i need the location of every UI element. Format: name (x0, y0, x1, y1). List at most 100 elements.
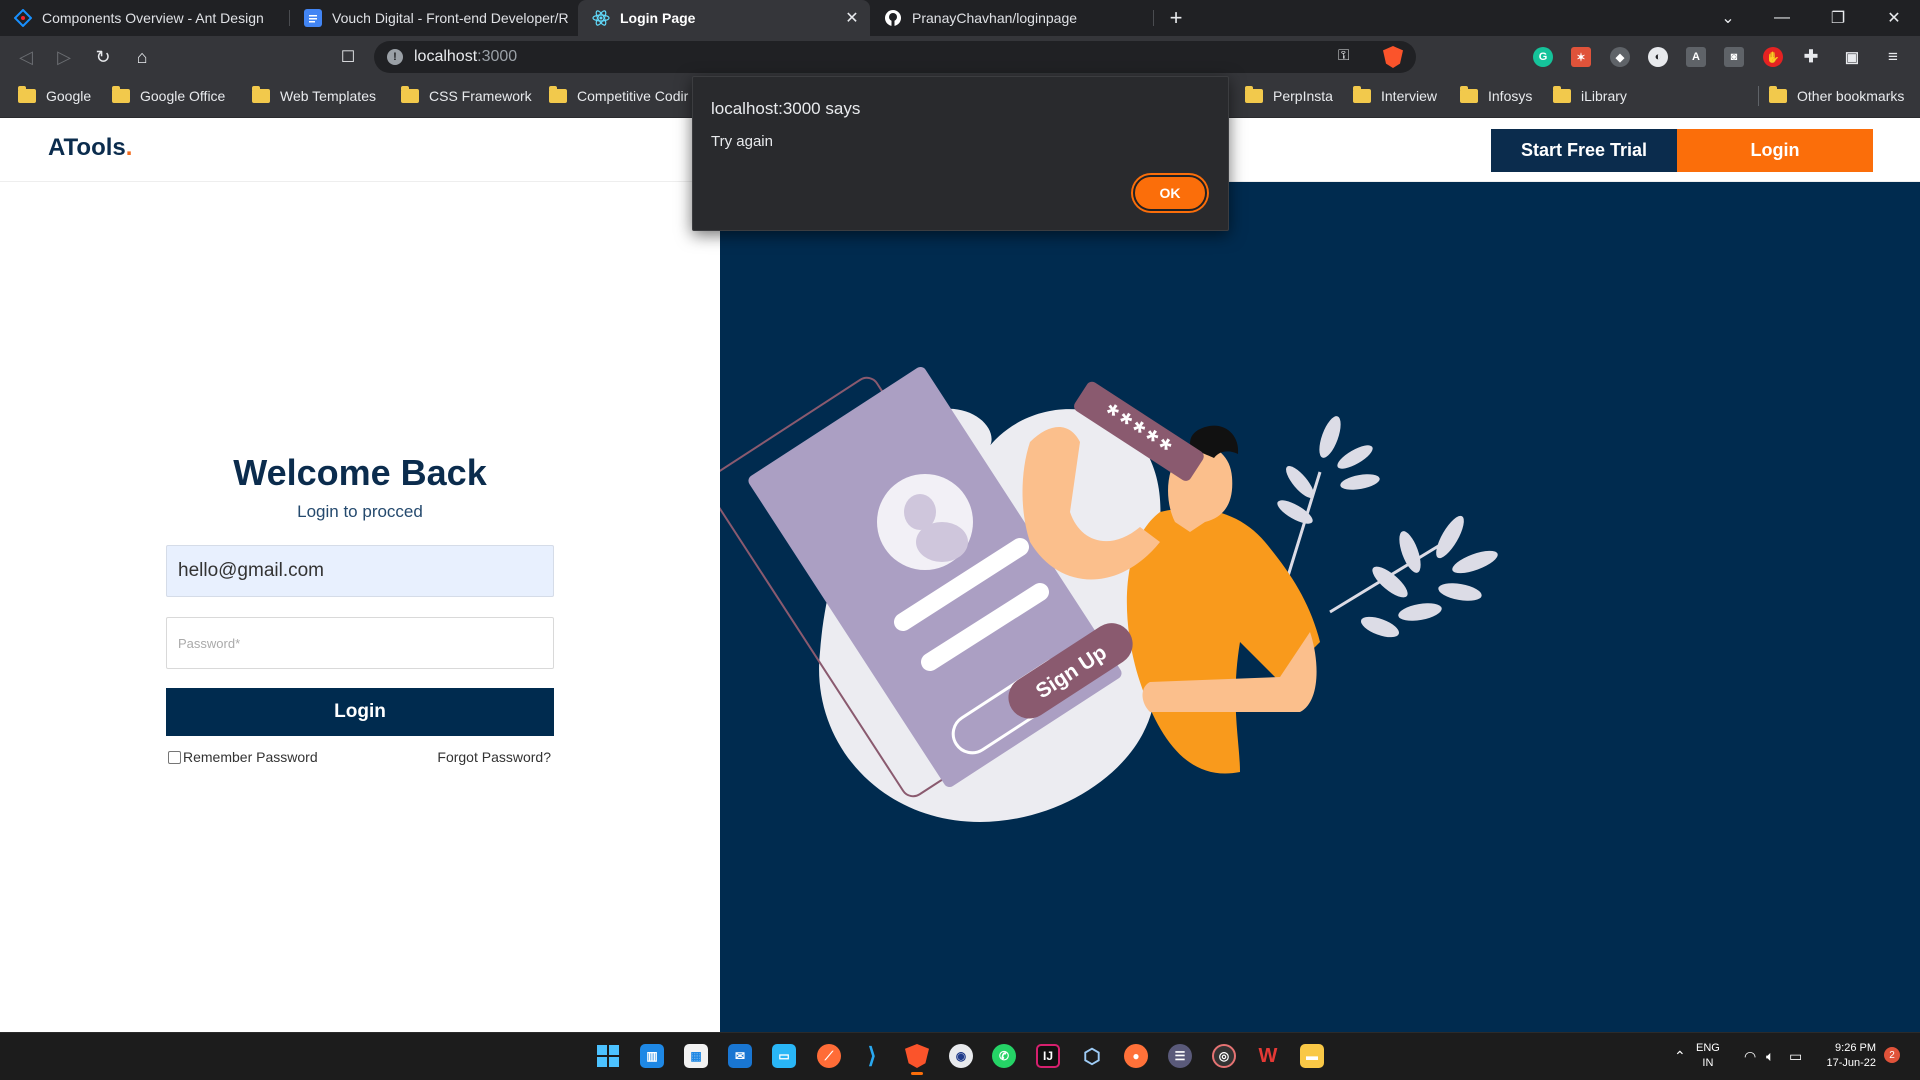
bookmark-folder[interactable]: Google Office (112, 86, 225, 106)
firefox-icon[interactable]: ● (1124, 1044, 1148, 1068)
battery-icon[interactable]: ▭ (1789, 1048, 1802, 1065)
folder-icon (401, 86, 419, 103)
extension-icon[interactable]: A (1686, 47, 1706, 67)
address-bar[interactable] (374, 41, 1416, 73)
site-info-icon[interactable]: ! (387, 49, 403, 65)
back-button[interactable]: ◁ (12, 43, 40, 71)
new-tab-button[interactable]: + (1162, 5, 1190, 30)
clock[interactable]: 9:26 PM 17-Jun-22 (1818, 1041, 1876, 1071)
wallet-icon[interactable]: ▣ (1842, 47, 1862, 67)
store-icon[interactable]: ▦ (684, 1044, 708, 1068)
maximize-button[interactable]: ❐ (1810, 0, 1866, 36)
file-explorer-icon[interactable]: ▬ (1300, 1044, 1324, 1068)
widgets-icon[interactable]: ▥ (640, 1044, 664, 1068)
leaves-decoration (1277, 416, 1498, 638)
illustration-panel: ***** Sign Up (706, 182, 1920, 1032)
login-button[interactable]: Login (166, 688, 554, 736)
tab-search-icon[interactable]: ⌄ (1700, 0, 1756, 36)
extension-icon[interactable]: ✋ (1763, 47, 1783, 67)
other-bookmarks[interactable]: Other bookmarks (1769, 86, 1904, 106)
camera-icon[interactable]: ◙ (1724, 47, 1744, 67)
bookmark-folder[interactable]: Web Templates (252, 86, 376, 106)
remember-password[interactable]: Remember Password (168, 749, 318, 765)
wps-icon[interactable]: W (1256, 1044, 1280, 1068)
key-icon[interactable]: ⚿ (1338, 47, 1349, 64)
close-window-button[interactable]: ✕ (1866, 0, 1920, 36)
password-field[interactable] (166, 617, 554, 669)
start-free-trial-button[interactable]: Start Free Trial (1491, 129, 1677, 172)
vscode-icon[interactable]: ⟩ (860, 1043, 884, 1068)
puzzle-icon[interactable]: ✚ (1801, 47, 1821, 67)
whatsapp-icon[interactable]: ✆ (992, 1044, 1016, 1068)
folder-icon (112, 86, 130, 103)
app-icon[interactable]: ◎ (1212, 1044, 1236, 1068)
dialog-ok-button[interactable]: OK (1133, 175, 1207, 211)
forward-button[interactable]: ▷ (50, 43, 78, 71)
address-text[interactable]: localhost:3000 (414, 46, 517, 68)
volume-icon[interactable]: 🔈︎ (1766, 1048, 1774, 1065)
folder-icon (1460, 86, 1478, 103)
tab-ant-design[interactable]: Components Overview - Ant Design (0, 0, 290, 36)
desktop-icon[interactable]: ▭ (772, 1044, 796, 1068)
tab-title: Login Page (620, 10, 696, 26)
language-indicator[interactable]: ENG IN (1696, 1041, 1720, 1071)
tab-title: Components Overview - Ant Design (42, 10, 264, 26)
login-panel: Welcome Back Login to procced Login Reme… (0, 182, 720, 1032)
bookmark-folder[interactable]: Competitive Codir (549, 86, 688, 106)
postman-icon[interactable]: ⟋ (817, 1044, 841, 1068)
windows-start-icon[interactable] (596, 1044, 620, 1068)
page-title: Welcome Back (233, 452, 487, 493)
brand-logo[interactable]: ATools. (48, 134, 132, 162)
folder-icon (1769, 86, 1787, 103)
dialog-title: localhost:3000 says (711, 99, 861, 118)
app-icon[interactable]: ◉ (949, 1044, 973, 1068)
menu-icon[interactable]: ≡ (1883, 47, 1903, 67)
github-icon (884, 9, 902, 27)
bookmark-folder[interactable]: Interview (1353, 86, 1437, 106)
forgot-password-link[interactable]: Forgot Password? (420, 749, 551, 765)
wifi-icon[interactable]: ◠ (1744, 1048, 1756, 1065)
react-logo-icon (592, 9, 610, 27)
bookmark-folder[interactable]: PerpInsta (1245, 86, 1333, 106)
virtualbox-icon[interactable]: ⬡ (1080, 1044, 1104, 1068)
intellij-icon[interactable]: IJ (1036, 1044, 1060, 1068)
alert-dialog: localhost:3000 says Try again OK (692, 76, 1229, 231)
bookmark-folder[interactable]: iLibrary (1553, 86, 1627, 106)
folder-icon (1553, 86, 1571, 103)
extension-icon[interactable]: ✶ (1571, 47, 1591, 67)
reload-button[interactable]: ↻ (89, 43, 117, 71)
tab-strip: Components Overview - Ant Design Vouch D… (0, 0, 1920, 36)
remember-checkbox[interactable] (168, 750, 181, 764)
grammarly-icon[interactable]: G (1533, 47, 1553, 67)
folder-icon (252, 86, 270, 103)
app-icon[interactable]: ☰ (1168, 1044, 1192, 1068)
folder-icon (1245, 86, 1263, 103)
header-login-button[interactable]: Login (1677, 129, 1873, 172)
ant-design-logo-icon (14, 9, 32, 27)
mail-icon[interactable]: ✉ (728, 1044, 752, 1068)
active-app-indicator (911, 1072, 923, 1075)
bookmark-folder[interactable]: CSS Framework (401, 86, 532, 106)
close-tab-icon[interactable]: ✕ (842, 8, 862, 28)
chevron-up-icon[interactable]: ⌃ (1674, 1048, 1686, 1065)
page-subtitle: Login to procced (297, 502, 423, 521)
home-button[interactable]: ⌂ (128, 43, 156, 71)
bookmark-folder[interactable]: Infosys (1460, 86, 1532, 106)
minimize-button[interactable]: — (1754, 0, 1810, 36)
bookmark-folder[interactable]: Google (18, 86, 91, 106)
shield-icon[interactable]: ◆ (1610, 47, 1630, 67)
tab-title: Vouch Digital - Front-end Developer/R (332, 10, 569, 26)
dialog-message: Try again (711, 133, 773, 150)
folder-icon (549, 86, 567, 103)
tab-github[interactable]: PranayChavhan/loginpage (870, 0, 1154, 36)
bookmark-icon[interactable]: ☐ (334, 43, 362, 71)
google-docs-icon (304, 9, 322, 27)
tab-vouch-digital[interactable]: Vouch Digital - Front-end Developer/R (290, 0, 578, 36)
tab-title: PranayChavhan/loginpage (912, 10, 1078, 26)
tab-login-page[interactable]: Login Page ✕ (578, 0, 870, 36)
notification-badge[interactable]: 2 (1884, 1047, 1900, 1063)
folder-icon (1353, 86, 1371, 103)
person-shirt (1126, 508, 1320, 774)
email-field[interactable] (166, 545, 554, 597)
extension-icon[interactable]: ◐ (1648, 47, 1668, 67)
